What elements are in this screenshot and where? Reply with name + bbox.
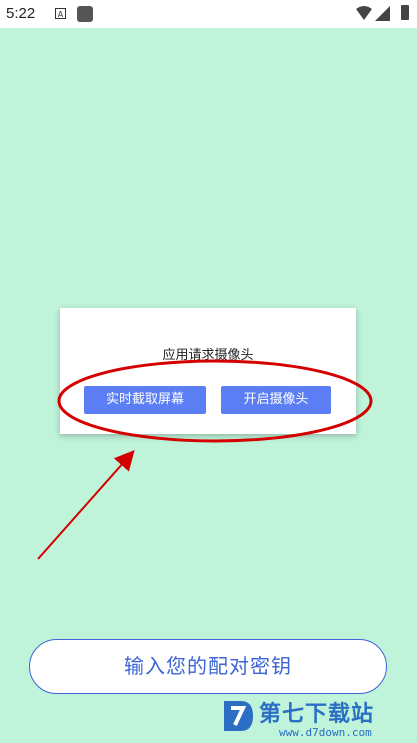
notification-a-icon: A: [55, 8, 66, 19]
signal-icon: [375, 6, 390, 21]
notification-app-icon: [77, 6, 93, 22]
watermark-url: www.d7down.com: [279, 726, 372, 739]
wifi-icon: [356, 6, 372, 20]
camera-permission-dialog: 应用请求摄像头 实时截取屏幕 开启摄像头: [60, 308, 356, 434]
annotation-arrow: [37, 450, 135, 560]
open-camera-button[interactable]: 开启摄像头: [221, 386, 331, 414]
dialog-title: 应用请求摄像头: [162, 348, 254, 363]
status-bar: 5:22 A: [0, 0, 417, 28]
status-time: 5:22: [6, 5, 36, 22]
watermark-brand: 第七下载站: [259, 702, 375, 727]
watermark: 第七下载站 www.d7down.com: [221, 696, 411, 742]
screen-capture-button[interactable]: 实时截取屏幕: [84, 386, 206, 414]
d7-logo-icon: [224, 701, 253, 731]
enter-pairing-key-button[interactable]: 输入您的配对密钥: [29, 639, 387, 694]
battery-icon: [401, 5, 409, 20]
